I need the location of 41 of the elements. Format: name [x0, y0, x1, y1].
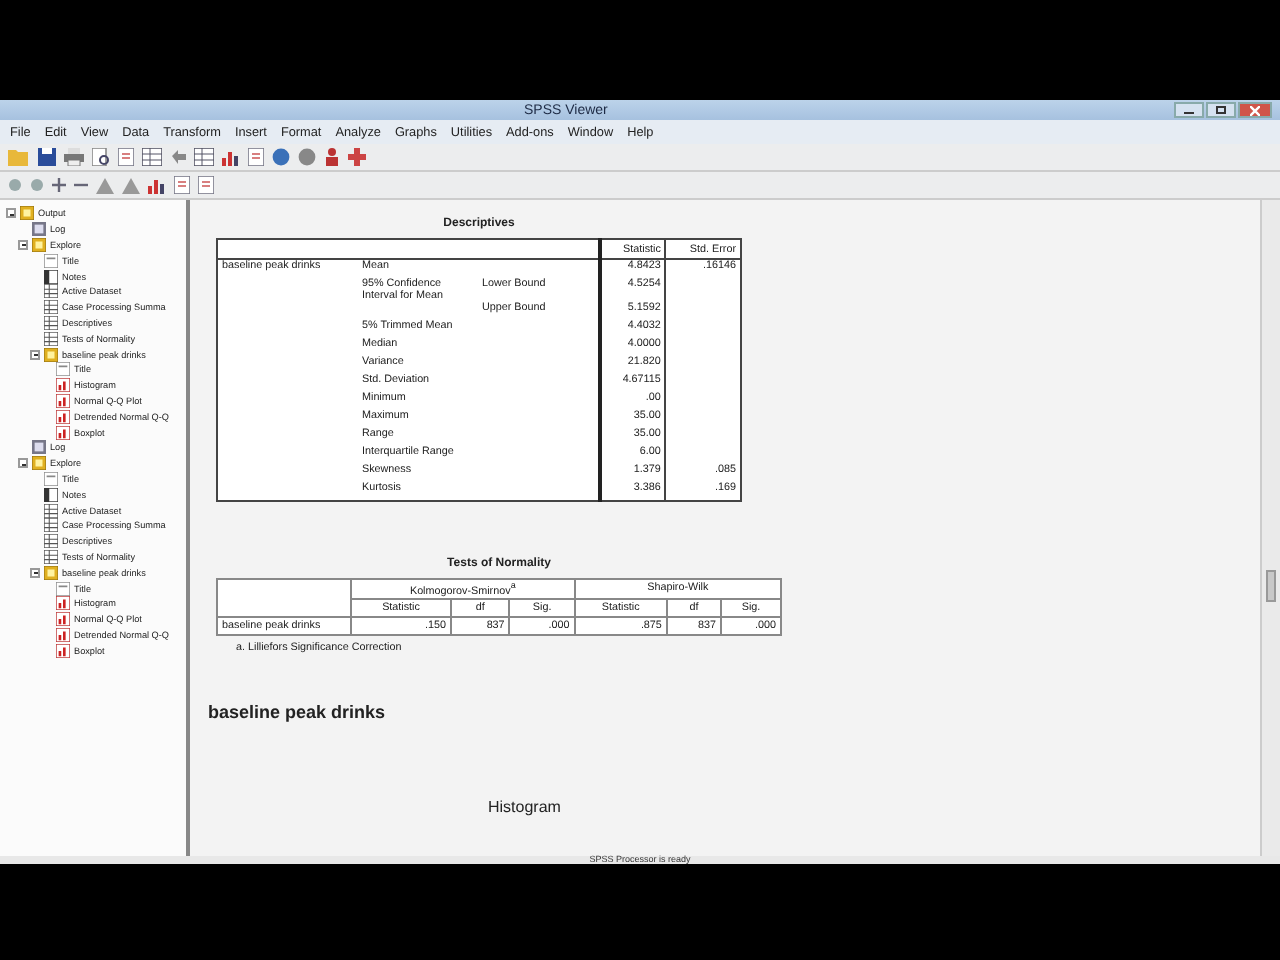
- log-icon: [32, 222, 46, 237]
- notes-icon: [44, 487, 58, 502]
- collapse-toggle[interactable]: [18, 239, 28, 250]
- document-icon: [56, 362, 70, 377]
- book-icon: [32, 456, 46, 471]
- minus-icon[interactable]: [74, 178, 88, 192]
- close-button[interactable]: [1238, 102, 1272, 118]
- document-icon[interactable]: [248, 148, 264, 166]
- book-icon: [44, 347, 58, 362]
- scrollbar[interactable]: [1260, 200, 1280, 856]
- plus-icon[interactable]: [52, 178, 66, 192]
- book-icon: [20, 206, 34, 221]
- table-icon[interactable]: [142, 148, 162, 166]
- undo-icon[interactable]: [170, 150, 186, 164]
- document-icon[interactable]: [174, 176, 190, 194]
- book-icon: [32, 237, 46, 252]
- collapse-toggle[interactable]: [18, 458, 28, 469]
- maximize-button[interactable]: [1206, 102, 1236, 118]
- save-icon[interactable]: [38, 148, 56, 166]
- collapse-toggle[interactable]: [6, 208, 16, 219]
- chart-title: Histogram: [488, 797, 563, 816]
- book-icon: [44, 565, 58, 580]
- document-icon[interactable]: [118, 148, 134, 166]
- preview-icon[interactable]: [92, 148, 110, 166]
- collapse-toggle[interactable]: [30, 567, 40, 578]
- print-icon[interactable]: [64, 148, 84, 166]
- document-icon: [44, 471, 58, 486]
- chart-icon[interactable]: [148, 176, 166, 194]
- document-icon: [56, 581, 70, 596]
- table-icon[interactable]: [194, 148, 214, 166]
- collapse-toggle[interactable]: [30, 349, 40, 360]
- log-icon: [32, 440, 46, 455]
- document-icon[interactable]: [198, 176, 214, 194]
- plus-icon[interactable]: [348, 148, 366, 166]
- close-icon: [1250, 105, 1260, 115]
- figure-icon[interactable]: [324, 148, 340, 166]
- minimize-button[interactable]: [1174, 102, 1204, 118]
- notes-icon: [44, 269, 58, 284]
- section-heading: baseline peak drinks: [208, 701, 388, 722]
- chart-icon[interactable]: [222, 148, 240, 166]
- document-icon: [44, 253, 58, 268]
